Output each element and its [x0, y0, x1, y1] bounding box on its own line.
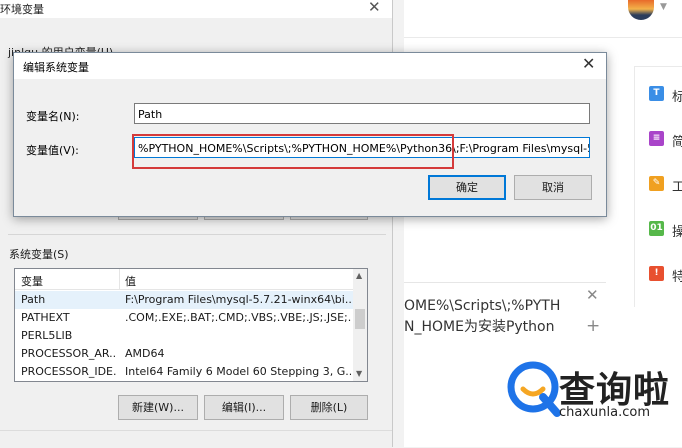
row-variable: Path	[21, 293, 46, 306]
divider	[8, 234, 386, 235]
row-value: F:\Program Files\mysql-5.7.21-winx64\bi.…	[125, 293, 351, 306]
side-item-4[interactable]: 01 操	[649, 221, 682, 240]
document-icon: ≡	[649, 131, 664, 146]
system-variables-list[interactable]: 变量 值 Path F:\Program Files\mysql-5.7.21-…	[14, 268, 368, 382]
side-item-label: 特	[672, 270, 682, 285]
side-item-1[interactable]: T 标	[649, 86, 682, 105]
site-logo: 查询啦 chaxunla.com	[505, 357, 681, 437]
row-variable: PROCESSOR_AR...	[21, 347, 117, 360]
chevron-down-icon[interactable]: ▼	[660, 2, 667, 12]
row-value: AMD64	[125, 347, 165, 360]
window-title: 环境变量	[0, 3, 44, 16]
logo-q-icon	[507, 361, 561, 417]
panel-divider	[404, 282, 606, 283]
system-variables-title: 系统变量(S)	[9, 248, 69, 261]
plus-icon[interactable]: +	[586, 316, 600, 336]
table-row[interactable]: PATHEXT .COM;.EXE;.BAT;.CMD;.VBS;.VBE;.J…	[15, 309, 353, 327]
column-divider	[119, 269, 120, 289]
edit-system-variable-dialog: 编辑系统变量 ✕ 变量名(N): Path 变量值(V): %PYTHON_HO…	[13, 52, 607, 217]
steps-icon: 01	[649, 221, 664, 236]
variable-name-label: 变量名(N):	[26, 110, 80, 123]
article-text: OME%\Scripts\;%PYTH N_HOME为安装Python	[404, 296, 560, 338]
table-row[interactable]: PROCESSOR_AR... AMD64	[15, 345, 353, 363]
logo-url: chaxunla.com	[559, 405, 650, 420]
side-item-label: 标	[672, 90, 682, 105]
row-value: .COM;.EXE;.BAT;.CMD;.VBS;.VBE;.JS;.JSE;.…	[125, 311, 351, 324]
table-row[interactable]: PERL5LIB	[15, 327, 353, 345]
article-line: N_HOME为安装Python	[404, 319, 555, 335]
row-value: Intel64 Family 6 Model 60 Stepping 3, G.…	[125, 365, 351, 378]
side-item-label: 简	[672, 135, 682, 150]
edit-button[interactable]: 编辑(I)...	[204, 395, 284, 420]
row-variable: PROCESSOR_IDE...	[21, 365, 117, 378]
header-divider	[404, 37, 682, 38]
dialog-title: 编辑系统变量	[23, 61, 89, 74]
window-titlebar: 环境变量 ✕	[0, 0, 392, 18]
new-button[interactable]: 新建(W)...	[118, 395, 198, 420]
window-bottom-strip	[0, 430, 392, 448]
variable-value-input[interactable]: %PYTHON_HOME%\Scripts\;%PYTHON_HOME%\Pyt…	[134, 137, 590, 158]
side-item-2[interactable]: ≡ 简	[649, 131, 682, 150]
scroll-up-icon[interactable]: ▲	[356, 271, 362, 280]
variable-value-label: 变量值(V):	[26, 144, 79, 157]
cancel-button[interactable]: 取消	[514, 175, 592, 200]
row-variable: PATHEXT	[21, 311, 70, 324]
warning-icon: !	[649, 266, 664, 281]
variable-name-input[interactable]: Path	[134, 103, 590, 124]
side-item-5[interactable]: ! 特	[649, 266, 682, 285]
table-row[interactable]: Path F:\Program Files\mysql-5.7.21-winx6…	[15, 291, 353, 309]
dialog-titlebar: 编辑系统变量 ✕	[14, 53, 606, 79]
table-row[interactable]: PROCESSOR_IDE... Intel64 Family 6 Model …	[15, 363, 353, 381]
text-icon: T	[649, 86, 664, 101]
scroll-thumb[interactable]	[355, 309, 365, 329]
list-header: 变量 值	[15, 269, 353, 290]
ok-button[interactable]: 确定	[428, 175, 506, 200]
vertical-scrollbar[interactable]: ▲ ▼	[353, 269, 367, 381]
close-icon[interactable]: ✕	[582, 54, 595, 73]
row-variable: PERL5LIB	[21, 329, 73, 342]
wrench-icon: ✎	[649, 176, 664, 191]
article-line: OME%\Scripts\;%PYTH	[404, 298, 561, 314]
column-header-variable[interactable]: 变量	[21, 273, 43, 289]
side-item-3[interactable]: ✎ 工	[649, 176, 682, 195]
side-menu: T 标 ≡ 简 ✎ 工 01 操 ! 特	[634, 66, 682, 307]
side-item-label: 工	[672, 180, 682, 195]
column-header-value[interactable]: 值	[125, 273, 136, 289]
side-item-label: 操	[672, 225, 682, 240]
close-icon[interactable]: ✕	[368, 0, 381, 16]
avatar[interactable]	[628, 0, 654, 20]
delete-button[interactable]: 删除(L)	[290, 395, 368, 420]
scroll-down-icon[interactable]: ▼	[356, 369, 362, 378]
close-icon[interactable]: ✕	[586, 286, 599, 304]
